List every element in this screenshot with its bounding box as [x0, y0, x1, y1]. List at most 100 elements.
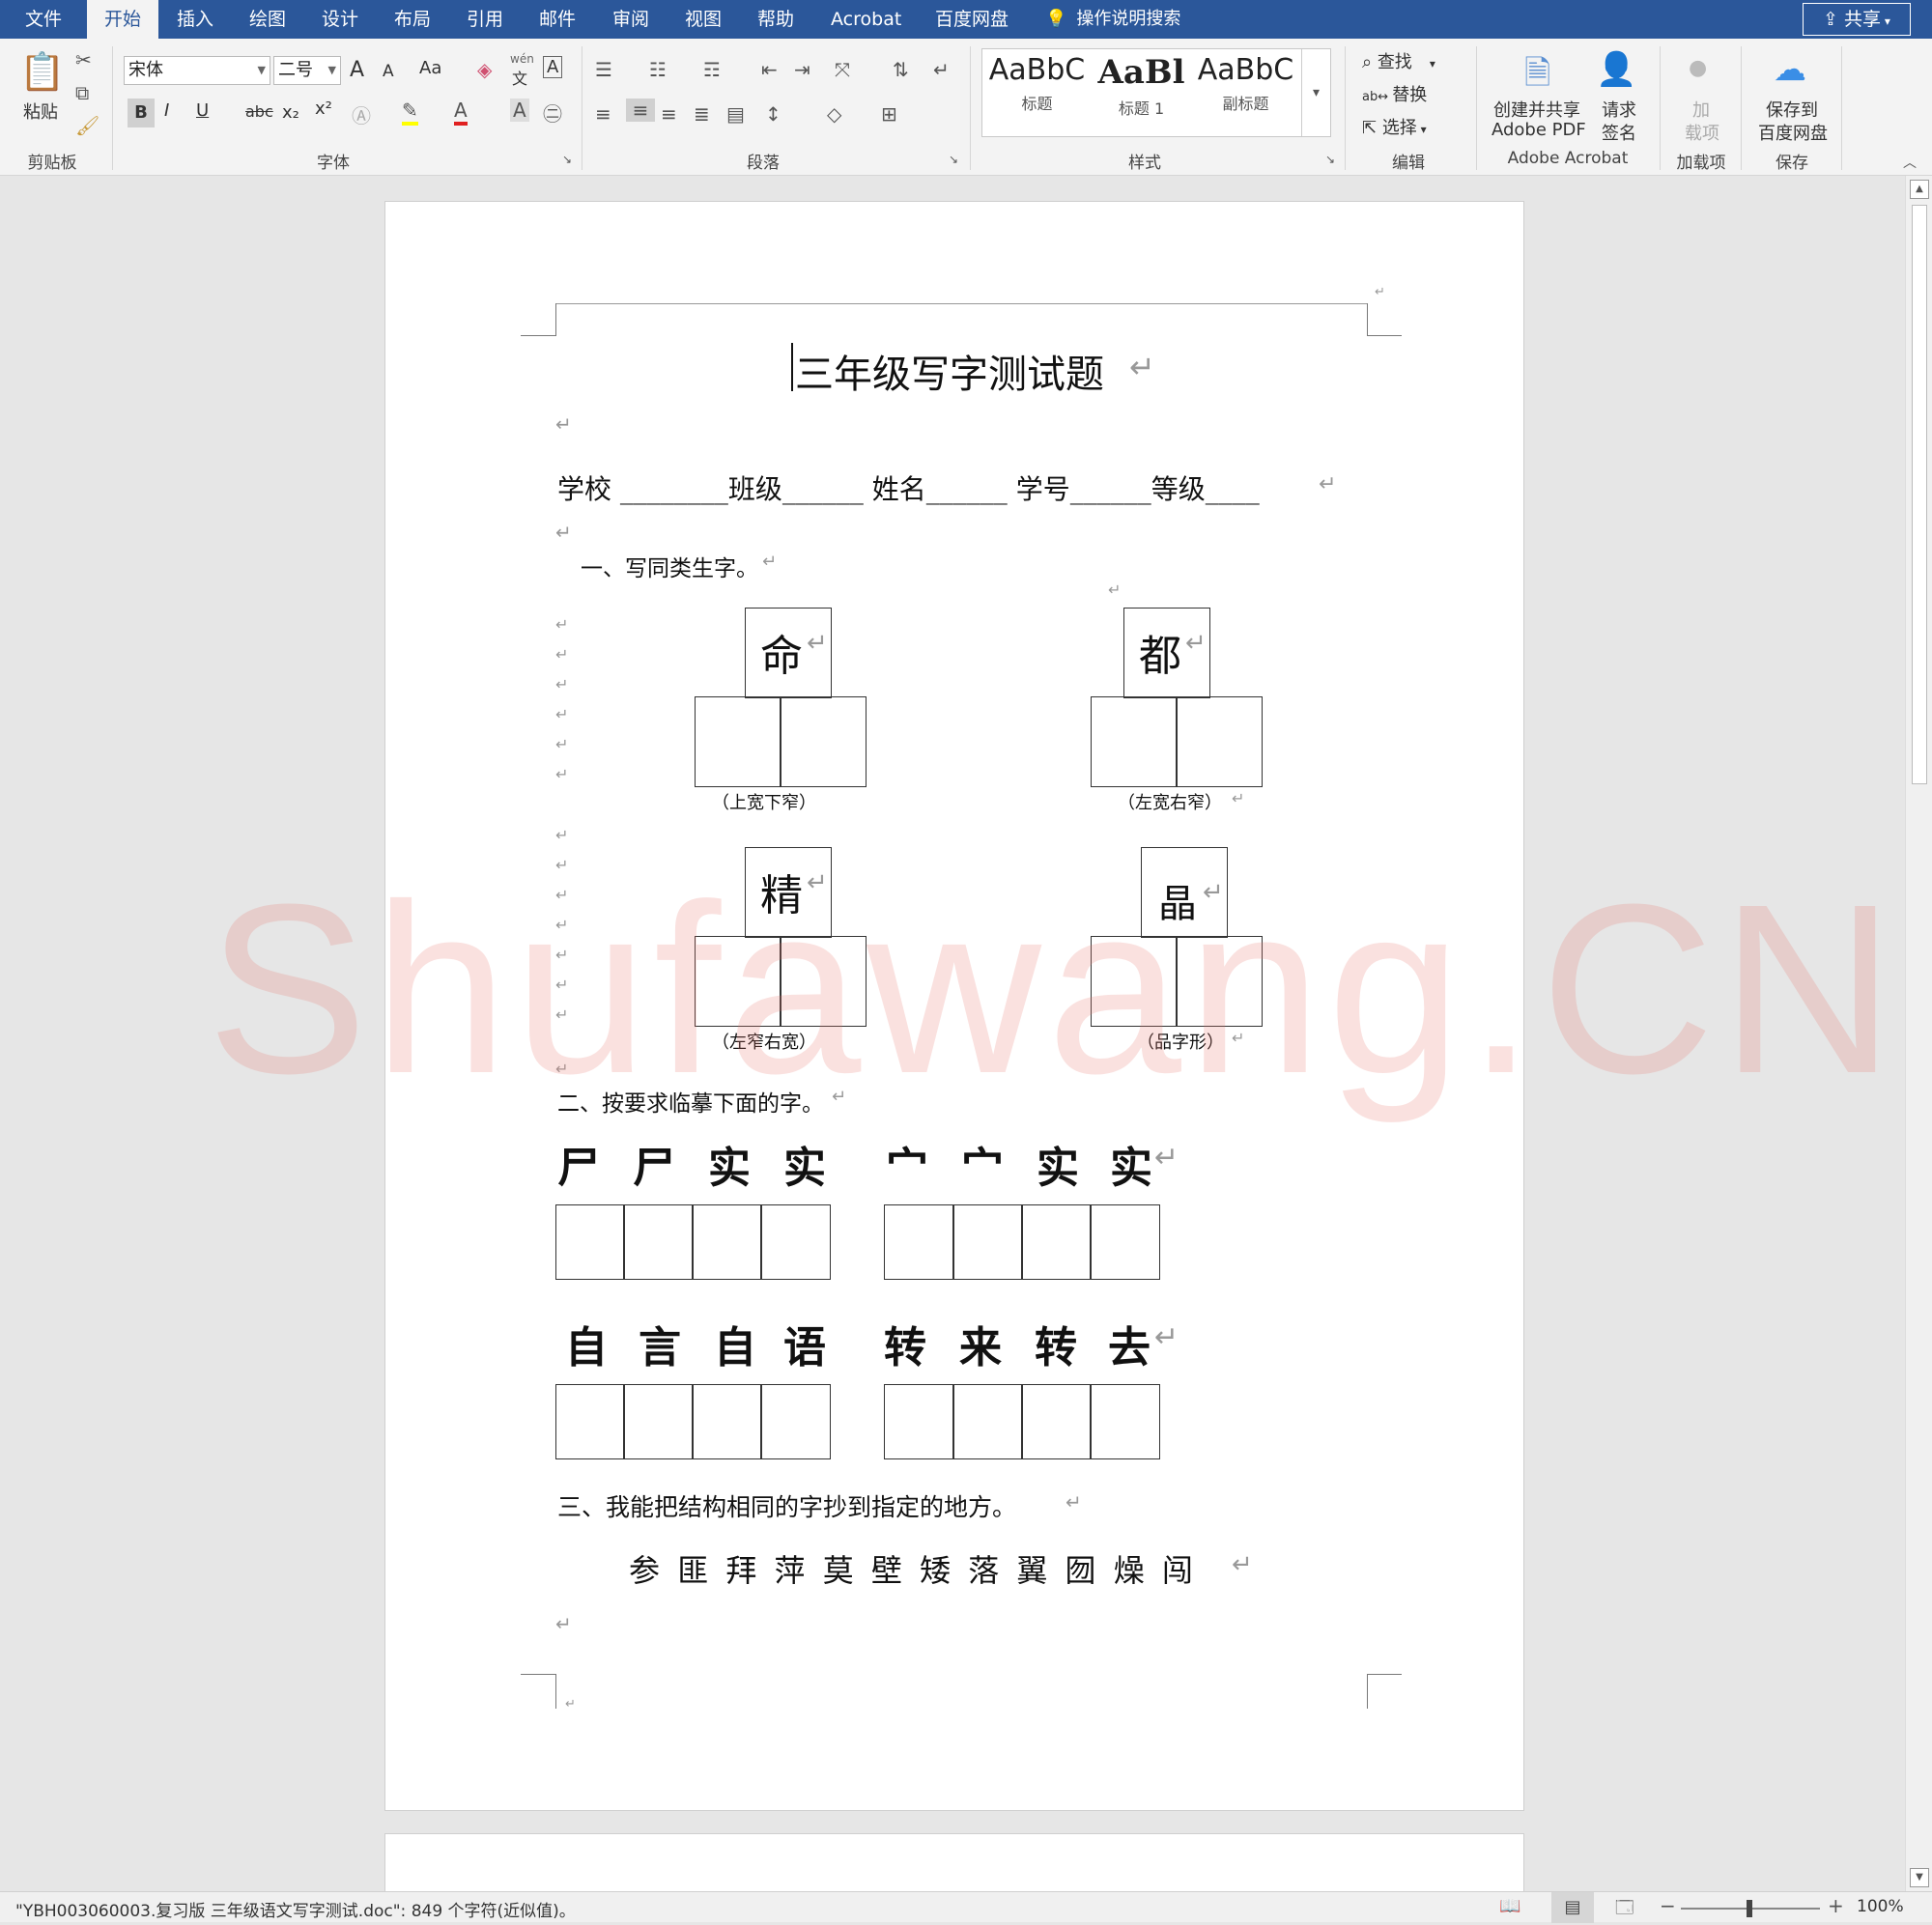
writing-box[interactable]	[1021, 1204, 1092, 1280]
font-name-select[interactable]: 宋体 ▼	[124, 56, 270, 85]
strikethrough-button[interactable]: abc	[245, 102, 273, 121]
request-signature-line2[interactable]: 签名	[1602, 120, 1636, 145]
copy-icon[interactable]: ⧉	[75, 81, 89, 104]
writing-box[interactable]	[555, 1384, 625, 1459]
italic-button[interactable]: I	[164, 100, 169, 121]
tab-home[interactable]: 开始	[87, 0, 159, 39]
scroll-down-icon[interactable]: ▼	[1910, 1868, 1929, 1887]
tab-review[interactable]: 审阅	[612, 0, 649, 39]
align-right-icon[interactable]: ≡	[661, 102, 677, 126]
tab-baidu-netdisk[interactable]: 百度网盘	[935, 0, 1009, 39]
writing-box[interactable]	[1090, 1384, 1160, 1459]
tab-help[interactable]: 帮助	[757, 0, 794, 39]
writing-box[interactable]	[692, 1204, 762, 1280]
line-spacing-icon[interactable]: ↕	[765, 102, 781, 126]
zoom-out-icon[interactable]: −	[1660, 1894, 1676, 1917]
numbering-icon[interactable]: ☷	[649, 58, 667, 81]
vertical-scrollbar[interactable]: ▲ ▼	[1905, 176, 1932, 1891]
increase-indent-icon[interactable]: ⇥	[794, 58, 810, 81]
clear-formatting-icon[interactable]: ◈	[477, 58, 492, 81]
distributed-icon[interactable]: ▤	[726, 102, 745, 126]
writing-box[interactable]	[1090, 1204, 1160, 1280]
multilevel-list-icon[interactable]: ☶	[703, 58, 721, 81]
select-button[interactable]: ⇱ 选择 ▾	[1362, 114, 1427, 139]
scroll-up-icon[interactable]: ▲	[1910, 180, 1929, 199]
writing-box[interactable]	[695, 696, 781, 787]
decrease-indent-icon[interactable]: ⇤	[761, 58, 778, 81]
tell-me-search[interactable]: 💡 操作说明搜索	[1045, 0, 1180, 39]
justify-icon[interactable]: ≣	[694, 102, 710, 126]
writing-box[interactable]	[555, 1204, 625, 1280]
tab-acrobat[interactable]: Acrobat	[831, 0, 901, 39]
grow-font-icon[interactable]: A	[350, 58, 364, 82]
writing-box[interactable]	[884, 1384, 954, 1459]
scrollbar-thumb[interactable]	[1912, 205, 1927, 784]
create-pdf-line1[interactable]: 创建并共享	[1493, 97, 1580, 122]
tab-draw[interactable]: 绘图	[249, 0, 286, 39]
show-formatting-marks-icon[interactable]: ↵	[933, 58, 950, 81]
request-signature-line1[interactable]: 请求	[1602, 97, 1636, 122]
dialog-launcher-icon[interactable]: ↘	[562, 153, 572, 166]
character-shading-icon[interactable]: A	[510, 99, 529, 122]
writing-box[interactable]	[1176, 696, 1263, 787]
align-left-icon[interactable]: ≡	[595, 102, 611, 126]
writing-box[interactable]	[760, 1384, 831, 1459]
writing-box[interactable]	[760, 1204, 831, 1280]
tab-mailings[interactable]: 邮件	[539, 0, 576, 39]
phonetic-guide-char[interactable]: 文	[512, 66, 527, 89]
writing-box[interactable]	[952, 1384, 1023, 1459]
bold-button[interactable]: B	[128, 99, 155, 127]
tab-layout[interactable]: 布局	[394, 0, 431, 39]
underline-button[interactable]: U	[196, 100, 209, 121]
highlight-color-icon[interactable]: ✎	[402, 99, 418, 126]
style-heading-1[interactable]: AaBl 标题 1	[1091, 53, 1192, 119]
web-layout-icon[interactable]: 🗔	[1615, 1896, 1634, 1925]
print-layout-icon[interactable]: ▤	[1551, 1892, 1594, 1923]
writing-box[interactable]	[952, 1204, 1023, 1280]
bullets-icon[interactable]: ☰	[595, 58, 612, 81]
addins-icon[interactable]: ●	[1689, 56, 1707, 80]
zoom-slider-thumb[interactable]	[1747, 1900, 1752, 1917]
zoom-in-icon[interactable]: +	[1828, 1894, 1844, 1917]
font-size-select[interactable]: 二号 ▼	[273, 56, 341, 85]
text-direction-icon[interactable]: ⤧	[835, 58, 850, 81]
writing-box[interactable]	[1021, 1384, 1092, 1459]
phonetic-guide-label[interactable]: wén	[510, 52, 534, 66]
writing-box[interactable]	[884, 1204, 954, 1280]
find-button[interactable]: ⌕ 查找 ▾	[1362, 48, 1435, 73]
tab-view[interactable]: 视图	[685, 0, 722, 39]
writing-box[interactable]	[623, 1204, 694, 1280]
tab-file[interactable]: 文件	[25, 0, 62, 39]
tab-references[interactable]: 引用	[467, 0, 503, 39]
baidu-netdisk-icon[interactable]: ☁	[1774, 50, 1806, 89]
borders-icon[interactable]: ⊞	[881, 102, 897, 126]
text-effects-icon[interactable]: Ⓐ	[352, 100, 371, 128]
change-case-button[interactable]: Aa	[419, 58, 441, 78]
writing-box[interactable]	[623, 1384, 694, 1459]
save-baidu-line1[interactable]: 保存到	[1766, 97, 1818, 122]
sort-icon[interactable]: ⇅	[893, 58, 909, 81]
replace-button[interactable]: ab↔ 替换	[1362, 81, 1427, 106]
align-center-icon[interactable]: ≡	[626, 99, 655, 122]
tab-design[interactable]: 设计	[322, 0, 358, 39]
character-border-button[interactable]: A	[543, 56, 563, 78]
share-button[interactable]: ⇪ 共享 ▾	[1803, 3, 1911, 36]
status-word-count[interactable]: "YBH003060003.复习版 三年级语文写字测试.doc": 849 个字…	[15, 1897, 576, 1921]
enclose-characters-icon[interactable]: ㊁	[543, 99, 562, 127]
addins-line2[interactable]: 载项	[1685, 120, 1719, 145]
save-baidu-line2[interactable]: 百度网盘	[1758, 120, 1828, 145]
shrink-font-icon[interactable]: A	[383, 62, 394, 81]
paste-label[interactable]: 粘贴	[23, 99, 58, 124]
dialog-launcher-icon[interactable]: ↘	[949, 153, 958, 166]
addins-line1[interactable]: 加	[1692, 97, 1710, 122]
shading-icon[interactable]: ◇	[827, 102, 841, 126]
subscript-button[interactable]: x₂	[282, 102, 299, 123]
writing-box[interactable]	[780, 696, 867, 787]
create-pdf-line2[interactable]: Adobe PDF	[1492, 120, 1586, 140]
superscript-button[interactable]: x²	[315, 99, 332, 119]
dialog-launcher-icon[interactable]: ↘	[1325, 153, 1335, 166]
writing-box[interactable]	[1091, 696, 1178, 787]
read-mode-icon[interactable]: 📖	[1499, 1896, 1520, 1916]
style-subtitle[interactable]: AaBbC 副标题	[1195, 53, 1296, 114]
request-signature-icon[interactable]: 👤	[1596, 50, 1636, 89]
